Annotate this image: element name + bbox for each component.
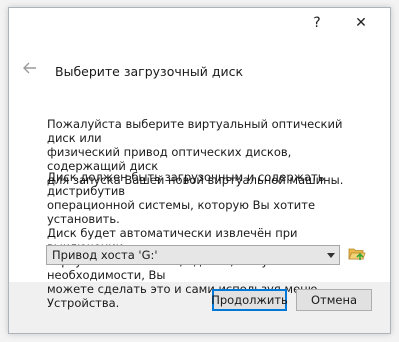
page-title: Выберите загрузочный диск xyxy=(55,64,244,79)
choose-disk-file-button[interactable] xyxy=(347,244,367,264)
chevron-down-icon xyxy=(323,246,339,264)
title-bar: ? ✕ xyxy=(9,8,390,38)
cancel-button[interactable]: Отмена xyxy=(296,289,372,311)
continue-button[interactable]: Продолжить xyxy=(211,289,288,311)
help-button[interactable]: ? xyxy=(295,8,339,38)
boot-disk-select[interactable]: Привод хоста 'G:' xyxy=(46,245,340,265)
back-button[interactable] xyxy=(22,60,38,76)
arrow-left-icon xyxy=(23,62,36,74)
close-icon: ✕ xyxy=(355,15,367,31)
boot-disk-select-value: Привод хоста 'G:' xyxy=(52,248,158,262)
help-icon: ? xyxy=(313,15,321,31)
close-button[interactable]: ✕ xyxy=(339,8,383,38)
folder-open-icon xyxy=(348,248,366,260)
